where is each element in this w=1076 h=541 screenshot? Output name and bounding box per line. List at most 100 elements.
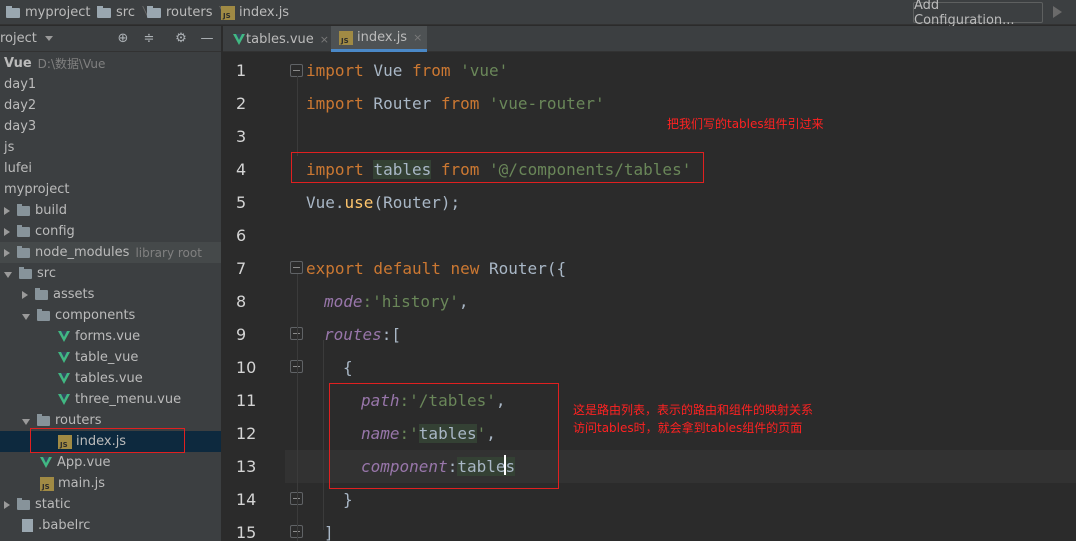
indent-guide <box>323 340 324 530</box>
tree-item-assets[interactable]: assets <box>0 284 221 305</box>
line-number: 1 <box>236 61 247 80</box>
code-line-7: export default new Router({ <box>306 259 567 278</box>
folder-icon <box>17 224 30 237</box>
js-file-icon <box>221 5 235 20</box>
tree-item-vue-root[interactable]: Vue D:\数据\Vue <box>0 53 221 74</box>
breadcrumb-label: myproject <box>25 5 91 20</box>
code-line-15: ] <box>324 523 334 541</box>
breadcrumb-label: index.js <box>239 5 290 20</box>
chevron-down-icon[interactable] <box>44 36 53 41</box>
line-number: 5 <box>236 193 247 212</box>
project-panel-title[interactable]: roject <box>0 31 37 46</box>
breadcrumb-label: src <box>116 5 135 20</box>
vue-file-icon <box>58 394 70 405</box>
line-number: 9 <box>236 325 247 344</box>
tree-item-babelrc[interactable]: .babelrc <box>0 515 221 536</box>
project-panel-header: roject ⊕ ≑ ⚙ — <box>0 26 221 52</box>
run-icon[interactable] <box>1050 5 1064 19</box>
chevron-right-icon[interactable] <box>22 290 28 299</box>
folder-icon <box>37 413 50 426</box>
breadcrumb-src[interactable]: src <box>97 0 149 25</box>
collapse-all-icon[interactable]: ≑ <box>142 32 156 46</box>
js-file-icon <box>339 30 353 45</box>
line-number: 8 <box>236 292 247 311</box>
tree-item-js[interactable]: js <box>0 137 221 158</box>
line-number: 13 <box>236 457 257 476</box>
tree-item-forms-vue[interactable]: forms.vue <box>0 326 221 347</box>
editor-tabs: tables.vue × index.js × <box>223 26 1076 52</box>
tree-item-label: day1 <box>4 77 37 92</box>
chevron-right-icon[interactable] <box>4 227 10 236</box>
add-configuration-button[interactable]: Add Configuration... <box>913 0 1043 28</box>
tree-item-label: myproject <box>4 182 70 197</box>
breadcrumb-routers[interactable]: routers <box>147 0 227 25</box>
tree-item-main-js[interactable]: main.js <box>0 473 221 494</box>
gear-icon[interactable]: ⚙ <box>174 32 188 46</box>
tree-item-config[interactable]: config <box>0 221 221 242</box>
tree-item-tables-vue[interactable]: tables.vue <box>0 368 221 389</box>
fold-marker-icon[interactable] <box>290 261 303 274</box>
chevron-right-icon[interactable] <box>4 500 10 509</box>
tree-item-label: Vue <box>4 56 32 71</box>
tree-item-label: js <box>4 140 15 155</box>
line-number: 10 <box>236 358 257 377</box>
tree-item-day2[interactable]: day2 <box>0 95 221 116</box>
line-number: 14 <box>236 490 257 509</box>
tree-item-src[interactable]: src <box>0 263 221 284</box>
project-panel: roject ⊕ ≑ ⚙ — Vue D:\数据\Vue day1 day2 d… <box>0 26 222 541</box>
tree-item-node-modules[interactable]: node_modules library root <box>0 242 221 263</box>
annotation-note-import: 把我们写的tables组件引过来 <box>667 117 824 131</box>
chevron-right-icon[interactable] <box>4 206 10 215</box>
line-number: 11 <box>236 391 257 410</box>
annotation-box-import <box>291 152 704 183</box>
close-icon[interactable]: × <box>413 31 422 44</box>
vue-file-icon <box>58 373 70 384</box>
chevron-down-icon[interactable] <box>22 313 30 320</box>
breadcrumb-index-js[interactable]: index.js <box>221 0 289 25</box>
tab-tables-vue[interactable]: tables.vue × <box>225 26 329 52</box>
folder-icon <box>37 308 50 321</box>
tree-item-label: assets <box>53 287 95 302</box>
breadcrumb-myproject[interactable]: myproject <box>6 0 105 25</box>
vue-file-icon <box>40 457 52 468</box>
folder-icon <box>17 245 30 258</box>
tree-item-day3[interactable]: day3 <box>0 116 221 137</box>
vue-file-icon <box>233 33 246 45</box>
code-line-1: import Vue from 'vue' <box>306 61 509 80</box>
tree-item-three-menu-vue[interactable]: three_menu.vue <box>0 389 221 410</box>
tab-index-js[interactable]: index.js × <box>331 26 427 52</box>
folder-icon <box>17 203 30 216</box>
tree-item-label: config <box>35 224 75 239</box>
target-icon[interactable]: ⊕ <box>116 32 130 46</box>
code-line-8: mode:'history', <box>324 292 469 311</box>
annotation-box-tree <box>30 428 185 453</box>
code-line-10: { <box>343 358 353 377</box>
folder-icon <box>17 497 30 510</box>
folder-icon <box>19 266 32 279</box>
tree-item-label: routers <box>55 413 102 428</box>
chevron-down-icon[interactable] <box>22 418 30 425</box>
tree-item-app-vue[interactable]: App.vue <box>0 452 221 473</box>
folder-icon <box>35 287 48 300</box>
close-icon[interactable]: × <box>320 33 329 46</box>
line-number: 4 <box>236 160 247 179</box>
chevron-right-icon[interactable] <box>4 248 10 257</box>
annotation-note-route-1: 这是路由列表，表示的路由和组件的映射关系 <box>573 403 814 417</box>
line-number: 3 <box>236 127 247 146</box>
code-line-2: import Router from 'vue-router' <box>306 94 605 113</box>
tree-item-components[interactable]: components <box>0 305 221 326</box>
vue-file-icon <box>58 331 70 342</box>
tree-item-myproject[interactable]: myproject <box>0 179 221 200</box>
tree-item-table-vue[interactable]: table_vue <box>0 347 221 368</box>
tree-item-day1[interactable]: day1 <box>0 74 221 95</box>
tree-item-build[interactable]: build <box>0 200 221 221</box>
tab-label: tables.vue <box>246 31 314 47</box>
code-editor[interactable]: 1 2 3 4 5 6 7 8 9 10 11 12 13 14 15 impo… <box>223 52 1076 541</box>
tree-item-static[interactable]: static <box>0 494 221 515</box>
line-number: 12 <box>236 424 257 443</box>
tree-item-label: day2 <box>4 98 37 113</box>
tree-item-lufei[interactable]: lufei <box>0 158 221 179</box>
chevron-down-icon[interactable] <box>4 271 12 278</box>
tree-item-label: static <box>35 497 71 512</box>
minimize-icon[interactable]: — <box>200 32 214 46</box>
